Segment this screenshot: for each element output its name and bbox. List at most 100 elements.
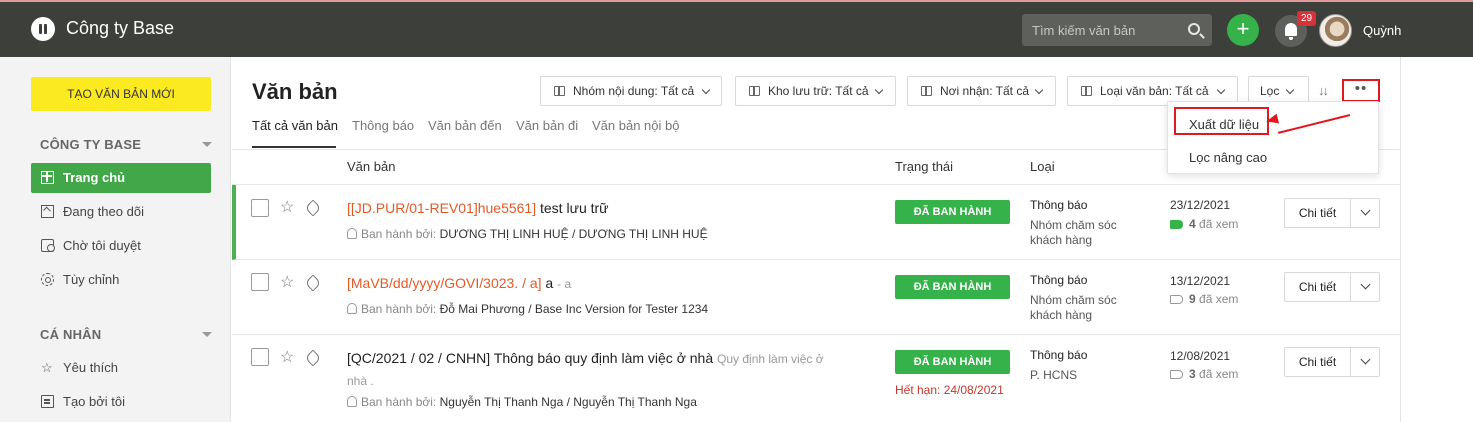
grid-icon bbox=[41, 171, 54, 184]
filter-button-label: Lọc bbox=[1260, 84, 1280, 98]
detail-dropdown-button[interactable] bbox=[1350, 272, 1380, 302]
chevron-down-icon bbox=[1285, 85, 1295, 95]
tab-announcements[interactable]: Thông báo bbox=[352, 118, 414, 133]
sidebar-item-label: Yêu thích bbox=[63, 360, 118, 375]
sidebar-item-pending[interactable]: Chờ tôi duyệt bbox=[31, 231, 211, 261]
section-title-personal[interactable]: CÁ NHÂN bbox=[40, 327, 101, 342]
sidebar-item-label: Trang chủ bbox=[63, 170, 126, 185]
detail-button[interactable]: Chi tiết bbox=[1284, 272, 1350, 302]
document-title[interactable]: [QC/2021 / 02 / CNHN] Thông báo quy định… bbox=[347, 350, 824, 366]
chevron-down-icon bbox=[1034, 85, 1044, 95]
menu-item-advanced-filter[interactable]: Lọc nâng cao bbox=[1189, 150, 1267, 165]
document-excerpt-continued: nhà . bbox=[347, 374, 374, 388]
views-number: 4 bbox=[1189, 217, 1196, 231]
search-icon[interactable] bbox=[1188, 23, 1200, 35]
document-code: [[JD.PUR/01-REV01]hue5561] bbox=[347, 200, 537, 216]
chevron-down-icon[interactable] bbox=[202, 332, 212, 337]
logo-icon[interactable] bbox=[31, 17, 55, 41]
username[interactable]: Quỳnh bbox=[1363, 23, 1401, 38]
chevron-down-icon bbox=[1216, 85, 1226, 95]
doc-group: Nhóm chăm sóc khách hàng bbox=[1030, 218, 1117, 247]
column-header-type: Loại bbox=[1030, 159, 1055, 174]
avatar[interactable] bbox=[1319, 14, 1352, 47]
brand-name[interactable]: Công ty Base bbox=[66, 18, 174, 39]
issued-by-label: Ban hành bởi: bbox=[361, 302, 437, 316]
issued-by: Ban hành bởi: Nguyễn Thị Thanh Nga / Ngu… bbox=[347, 395, 697, 409]
page-title: Văn bản bbox=[252, 79, 338, 104]
sidebar-item-created-by-me[interactable]: Tạo bởi tôi bbox=[31, 387, 211, 417]
column-header-status: Trạng thái bbox=[895, 159, 954, 174]
row-checkbox[interactable] bbox=[251, 199, 269, 217]
document-name: a bbox=[545, 275, 554, 291]
doc-type: Thông báo bbox=[1030, 198, 1088, 212]
view-count: 9 đã xem bbox=[1170, 292, 1238, 306]
star-icon[interactable]: ☆ bbox=[280, 272, 294, 292]
filter-recipient[interactable]: Nơi nhận: Tất cả bbox=[907, 76, 1056, 106]
status-badge: ĐÃ BAN HÀNH bbox=[895, 200, 1010, 224]
frame-icon bbox=[41, 205, 54, 218]
gear-icon bbox=[41, 273, 54, 286]
sidebar-item-favorites[interactable]: ☆ Yêu thích bbox=[31, 353, 211, 383]
doc-type: Thông báo bbox=[1030, 348, 1088, 362]
more-options-button[interactable]: •• bbox=[1342, 79, 1380, 102]
archive-icon bbox=[749, 86, 760, 96]
filter-label: Nhóm nội dung: Tất cả bbox=[573, 84, 695, 98]
document-name: [QC/2021 / 02 / CNHN] Thông báo quy định… bbox=[347, 350, 714, 366]
tab-outgoing[interactable]: Văn bản đi bbox=[516, 118, 578, 133]
issued-by-value: Nguyễn Thị Thanh Nga / Nguyễn Thị Thanh … bbox=[439, 395, 697, 409]
document-name: test lưu trữ bbox=[540, 200, 609, 216]
status-badge: ĐÃ BAN HÀNH bbox=[895, 350, 1010, 374]
detail-button[interactable]: Chi tiết bbox=[1284, 347, 1350, 377]
star-icon: ☆ bbox=[41, 360, 53, 375]
document-title[interactable]: [[JD.PUR/01-REV01]hue5561] test lưu trữ bbox=[347, 200, 609, 216]
tab-internal[interactable]: Văn bản nội bộ bbox=[592, 118, 679, 133]
user-icon bbox=[347, 228, 357, 239]
star-icon[interactable]: ☆ bbox=[280, 197, 294, 217]
filter-content-group[interactable]: Nhóm nội dung: Tất cả bbox=[540, 76, 722, 106]
create-document-button[interactable]: TẠO VĂN BẢN MỚI bbox=[31, 77, 211, 111]
add-button[interactable]: + bbox=[1227, 14, 1259, 46]
chevron-down-icon[interactable] bbox=[202, 142, 212, 147]
status-badge: ĐÃ BAN HÀNH bbox=[895, 275, 1010, 299]
sidebar-item-label: Tùy chỉnh bbox=[63, 272, 120, 287]
filter-label: Nơi nhận: Tất cả bbox=[940, 84, 1030, 98]
pending-icon bbox=[41, 239, 55, 252]
tag-icon bbox=[1170, 370, 1183, 379]
user-icon bbox=[347, 303, 357, 314]
detail-button[interactable]: Chi tiết bbox=[1284, 198, 1350, 228]
document-excerpt: Quy định làm việc ở bbox=[717, 352, 824, 366]
filter-label: Loại văn bản: Tất cả bbox=[1100, 84, 1209, 98]
detail-dropdown-button[interactable] bbox=[1350, 198, 1380, 228]
filter-label: Kho lưu trữ: Tất cả bbox=[768, 84, 869, 98]
chevron-down-icon bbox=[701, 85, 711, 95]
document-title[interactable]: [MaVB/dd/yyyy/GOVI/3023. / a] a - a bbox=[347, 275, 571, 291]
views-label: đã xem bbox=[1199, 217, 1239, 231]
issued-by-label: Ban hành bởi: bbox=[361, 395, 437, 409]
issued-by: Ban hành bởi: Đỗ Mai Phương / Base Inc V… bbox=[347, 302, 708, 316]
doc-date: 23/12/2021 bbox=[1170, 198, 1231, 212]
detail-dropdown-button[interactable] bbox=[1350, 347, 1380, 377]
row-checkbox[interactable] bbox=[251, 273, 269, 291]
expiry-date: Hết hạn: 24/08/2021 bbox=[895, 383, 1004, 397]
sidebar-item-following[interactable]: Đang theo dõi bbox=[31, 197, 211, 227]
chevron-down-icon bbox=[874, 85, 884, 95]
sidebar-item-label: Tạo bởi tôi bbox=[63, 394, 125, 409]
filter-storage[interactable]: Kho lưu trữ: Tất cả bbox=[735, 76, 896, 106]
search-box[interactable] bbox=[1022, 14, 1212, 46]
issued-by-label: Ban hành bởi: bbox=[361, 227, 437, 241]
search-input[interactable] bbox=[1022, 14, 1182, 46]
tab-incoming[interactable]: Văn bản đến bbox=[428, 118, 502, 133]
section-title-company[interactable]: CÔNG TY BASE bbox=[40, 137, 141, 152]
tab-all-documents[interactable]: Tất cả văn bản bbox=[252, 118, 338, 133]
views-label: đã xem bbox=[1199, 292, 1239, 306]
sort-icon[interactable]: ↓↓ bbox=[1318, 83, 1329, 98]
sidebar-item-home[interactable]: Trang chủ bbox=[31, 163, 211, 193]
sidebar-item-label: Đang theo dõi bbox=[63, 204, 144, 219]
document-excerpt: - a bbox=[557, 277, 572, 291]
star-icon[interactable]: ☆ bbox=[280, 347, 294, 367]
active-tab-indicator bbox=[252, 146, 336, 148]
doc-type: Thông báo bbox=[1030, 273, 1088, 287]
row-checkbox[interactable] bbox=[251, 348, 269, 366]
issued-by-value: Đỗ Mai Phương / Base Inc Version for Tes… bbox=[439, 302, 709, 316]
sidebar-item-customize[interactable]: Tùy chỉnh bbox=[31, 265, 211, 295]
